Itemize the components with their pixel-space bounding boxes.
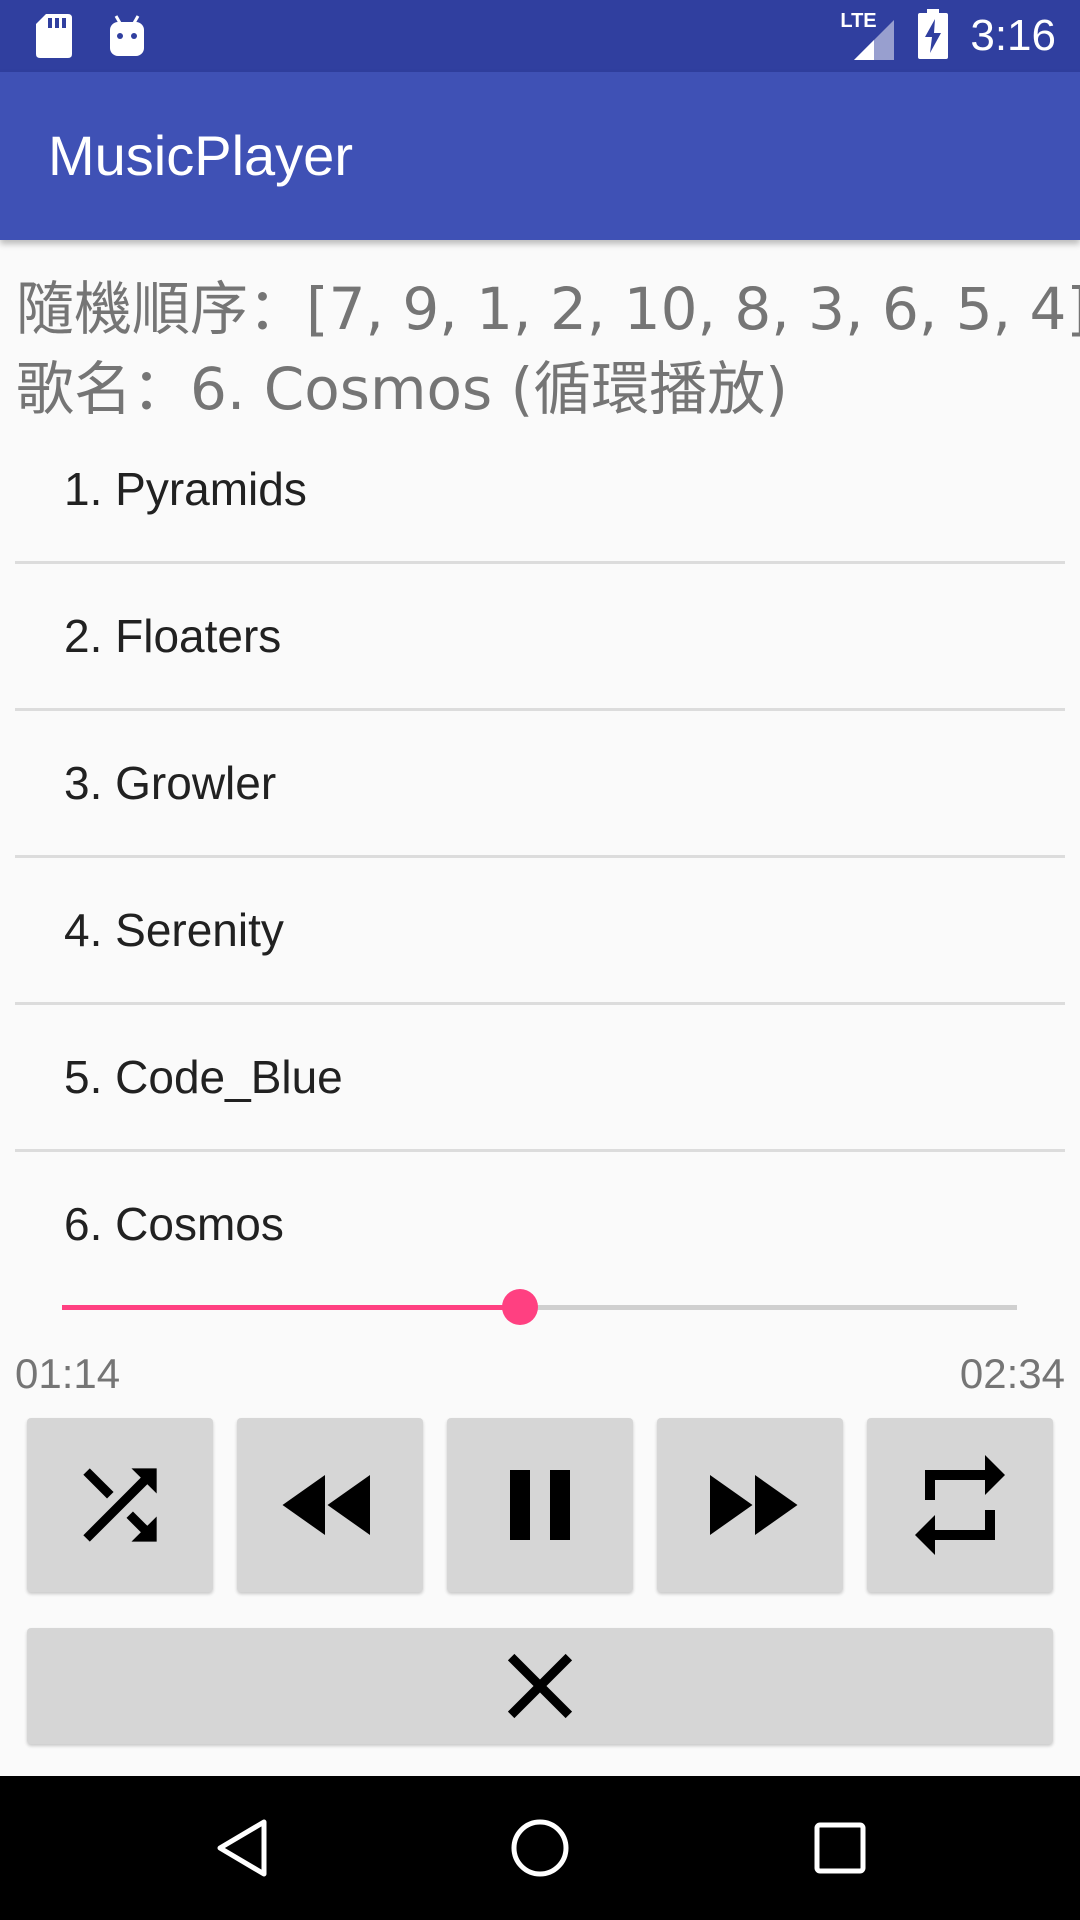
close-icon xyxy=(507,1653,573,1719)
android-icon xyxy=(108,14,146,63)
pause-button[interactable] xyxy=(447,1418,633,1592)
song-label: 3. Growler xyxy=(64,757,277,809)
seek-thumb[interactable] xyxy=(502,1289,539,1325)
app-title: MusicPlayer xyxy=(48,124,353,187)
shuffle-icon xyxy=(83,1468,157,1542)
recents-button[interactable] xyxy=(804,1812,876,1884)
elapsed-time: 01:14 xyxy=(15,1350,121,1397)
home-icon xyxy=(511,1819,569,1877)
back-button[interactable] xyxy=(206,1812,278,1884)
song-label: 1. Pyramids xyxy=(64,463,307,515)
fast-forward-icon xyxy=(710,1475,798,1535)
fast-forward-button[interactable] xyxy=(657,1418,843,1592)
repeat-icon xyxy=(915,1455,1005,1555)
sd-card-icon xyxy=(36,14,72,63)
list-item[interactable]: 1. Pyramids xyxy=(15,417,1065,564)
shuffle-button[interactable] xyxy=(27,1418,213,1592)
seek-bar[interactable] xyxy=(62,1289,1017,1325)
song-label: 2. Floaters xyxy=(64,610,282,662)
song-name-text: 歌名：6. Cosmos (循環播放) xyxy=(16,355,788,423)
status-bar: LTE 3:16 xyxy=(0,0,1080,72)
rewind-icon xyxy=(282,1475,370,1535)
battery-charging-icon xyxy=(918,8,949,64)
list-item[interactable]: 3. Growler xyxy=(15,711,1065,858)
seek-progress xyxy=(62,1305,521,1310)
home-button[interactable] xyxy=(504,1812,576,1884)
app-bar: MusicPlayer xyxy=(0,72,1080,240)
list-item[interactable]: 2. Floaters xyxy=(15,564,1065,711)
list-item[interactable]: 5. Code_Blue xyxy=(15,1005,1065,1152)
lte-signal-icon: LTE xyxy=(840,10,896,62)
recents-icon xyxy=(814,1822,866,1874)
back-icon xyxy=(217,1819,267,1877)
pause-icon xyxy=(510,1470,570,1540)
song-list: 1. Pyramids 2. Floaters 3. Growler 4. Se… xyxy=(15,417,1065,1299)
list-item[interactable]: 4. Serenity xyxy=(15,858,1065,1005)
total-time: 02:34 xyxy=(959,1350,1065,1397)
repeat-button[interactable] xyxy=(867,1418,1053,1592)
rewind-button[interactable] xyxy=(237,1418,423,1592)
close-button[interactable] xyxy=(27,1628,1053,1744)
song-label: 4. Serenity xyxy=(64,904,284,956)
shuffle-order-text: 隨機順序：[7, 9, 1, 2, 10, 8, 3, 6, 5, 4] xyxy=(16,275,1080,343)
song-label: 5. Code_Blue xyxy=(64,1051,343,1103)
navigation-bar xyxy=(0,1776,1080,1920)
song-label: 6. Cosmos xyxy=(64,1198,284,1250)
list-item[interactable]: 6. Cosmos xyxy=(15,1152,1065,1299)
clock: 3:16 xyxy=(970,11,1056,60)
